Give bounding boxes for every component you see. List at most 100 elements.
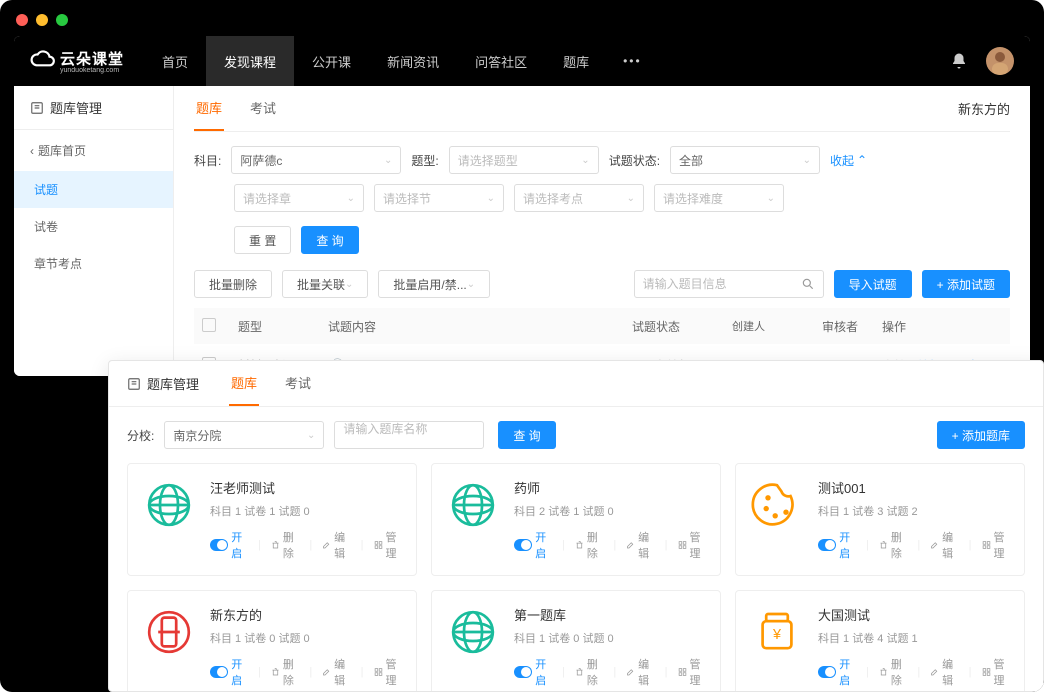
bank-card-meta: 科目 1 试卷 4 试题 1 bbox=[818, 630, 1010, 646]
card-edit[interactable]: 编辑 bbox=[626, 529, 654, 561]
bank-card-title: 药师 bbox=[514, 478, 706, 497]
collapse-filters-link[interactable]: 收起⌃ bbox=[830, 152, 867, 169]
overlay-module-title: 题库管理 bbox=[127, 362, 199, 405]
chapter-select[interactable]: 请选择章⌄ bbox=[234, 184, 364, 212]
grid-icon bbox=[374, 539, 383, 551]
nav-more-icon[interactable]: ••• bbox=[607, 36, 658, 86]
nav-open-course[interactable]: 公开课 bbox=[294, 36, 369, 86]
toggle-on[interactable]: 开启 bbox=[514, 656, 552, 688]
close-window-icon[interactable] bbox=[16, 14, 28, 26]
notification-bell-icon[interactable] bbox=[950, 52, 968, 70]
chevron-down-icon: ⌄ bbox=[487, 193, 495, 204]
bank-card[interactable]: 药师 科目 2 试卷 1 试题 0 开启 | 删除 | 编辑 | 管理 bbox=[431, 463, 721, 576]
subject-select[interactable]: 阿萨德c⌄ bbox=[231, 146, 401, 174]
difficulty-select[interactable]: 请选择难度⌄ bbox=[654, 184, 784, 212]
point-select[interactable]: 请选择考点⌄ bbox=[514, 184, 644, 212]
select-all-checkbox[interactable] bbox=[202, 318, 216, 332]
card-delete[interactable]: 删除 bbox=[879, 529, 907, 561]
chevron-down-icon: ⌄ bbox=[581, 155, 589, 166]
sidebar: 题库管理 ‹ 题库首页 试题 试卷 章节考点 bbox=[14, 86, 174, 376]
toggle-icon bbox=[818, 539, 836, 551]
batch-delete-button[interactable]: 批量删除 bbox=[194, 270, 272, 298]
status-label: 试题状态: bbox=[609, 152, 660, 169]
add-bank-button[interactable]: + 添加题库 bbox=[937, 421, 1025, 449]
card-delete[interactable]: 删除 bbox=[575, 656, 603, 688]
cloud-logo-icon bbox=[30, 48, 56, 74]
toggle-on[interactable]: 开启 bbox=[818, 529, 856, 561]
pencil-icon bbox=[626, 666, 635, 678]
bank-name-input[interactable] bbox=[343, 422, 475, 436]
minimize-window-icon[interactable] bbox=[36, 14, 48, 26]
bank-card[interactable]: 第一题库 科目 1 试卷 0 试题 0 开启 | 删除 | 编辑 | 管理 bbox=[431, 590, 721, 692]
module-icon bbox=[30, 101, 44, 115]
card-manage[interactable]: 管理 bbox=[678, 656, 706, 688]
bank-card[interactable]: 新东方的 科目 1 试卷 0 试题 0 开启 | 删除 | 编辑 | 管理 bbox=[127, 590, 417, 692]
toggle-icon bbox=[210, 539, 228, 551]
bank-card-meta: 科目 1 试卷 0 试题 0 bbox=[210, 630, 402, 646]
user-avatar[interactable] bbox=[986, 47, 1014, 75]
nav-discover-course[interactable]: 发现课程 bbox=[206, 36, 294, 86]
bank-card[interactable]: 汪老师测试 科目 1 试卷 1 试题 0 开启 | 删除 | 编辑 | 管理 bbox=[127, 463, 417, 576]
card-delete[interactable]: 删除 bbox=[575, 529, 603, 561]
logo-subtitle: yunduoketang.com bbox=[60, 67, 124, 74]
sidebar-item-chapters[interactable]: 章节考点 bbox=[14, 245, 173, 282]
card-edit[interactable]: 编辑 bbox=[626, 656, 654, 688]
logo[interactable]: 云朵课堂 yunduoketang.com bbox=[30, 48, 124, 74]
card-delete[interactable]: 删除 bbox=[271, 656, 299, 688]
card-delete[interactable]: 删除 bbox=[879, 656, 907, 688]
nav-qa[interactable]: 问答社区 bbox=[457, 36, 545, 86]
card-manage[interactable]: 管理 bbox=[678, 529, 706, 561]
overlay-query-button[interactable]: 查 询 bbox=[498, 421, 555, 449]
toggle-on[interactable]: 开启 bbox=[210, 529, 248, 561]
chevron-down-icon: ⌄ bbox=[803, 155, 811, 166]
add-question-button[interactable]: + 添加试题 bbox=[922, 270, 1010, 298]
batch-toggle-button[interactable]: 批量启用/禁... ⌄ bbox=[378, 270, 490, 298]
status-select[interactable]: 全部⌄ bbox=[670, 146, 820, 174]
pencil-icon bbox=[930, 666, 939, 678]
window-traffic-lights[interactable] bbox=[16, 14, 68, 26]
card-edit[interactable]: 编辑 bbox=[930, 529, 958, 561]
subject-label: 科目: bbox=[194, 152, 221, 169]
sidebar-back-link[interactable]: ‹ 题库首页 bbox=[14, 130, 173, 171]
nav-question-bank[interactable]: 题库 bbox=[545, 36, 607, 86]
branch-select[interactable]: 南京分院⌄ bbox=[164, 421, 324, 449]
type-select[interactable]: 请选择题型⌄ bbox=[449, 146, 599, 174]
card-edit[interactable]: 编辑 bbox=[930, 656, 958, 688]
overlay-tab-exam[interactable]: 考试 bbox=[283, 361, 313, 406]
tab-exam[interactable]: 考试 bbox=[248, 86, 278, 131]
toggle-on[interactable]: 开启 bbox=[818, 656, 856, 688]
bank-card[interactable]: 测试001 科目 1 试卷 3 试题 2 开启 | 删除 | 编辑 | 管理 bbox=[735, 463, 1025, 576]
import-button[interactable]: 导入试题 bbox=[834, 270, 912, 298]
overlay-module-label: 题库管理 bbox=[147, 374, 199, 393]
bank-name-input-wrap[interactable] bbox=[334, 421, 484, 449]
batch-link-button[interactable]: 批量关联 ⌄ bbox=[282, 270, 368, 298]
bank-card-icon bbox=[446, 478, 500, 532]
card-manage[interactable]: 管理 bbox=[982, 529, 1010, 561]
bank-card[interactable]: ¥ 大国测试 科目 1 试卷 4 试题 1 开启 | 删除 | 编辑 | 管理 bbox=[735, 590, 1025, 692]
search-input-wrap[interactable] bbox=[634, 270, 824, 298]
card-delete[interactable]: 删除 bbox=[271, 529, 299, 561]
toggle-icon bbox=[818, 666, 836, 678]
toggle-on[interactable]: 开启 bbox=[210, 656, 248, 688]
nav-news[interactable]: 新闻资讯 bbox=[369, 36, 457, 86]
reset-button[interactable]: 重 置 bbox=[234, 226, 291, 254]
query-button[interactable]: 查 询 bbox=[301, 226, 358, 254]
search-input[interactable] bbox=[643, 277, 801, 291]
nav-home[interactable]: 首页 bbox=[144, 36, 206, 86]
card-manage[interactable]: 管理 bbox=[982, 656, 1010, 688]
maximize-window-icon[interactable] bbox=[56, 14, 68, 26]
bank-card-icon bbox=[142, 478, 196, 532]
top-nav-bar: 云朵课堂 yunduoketang.com 首页 发现课程 公开课 新闻资讯 问… bbox=[14, 36, 1030, 86]
tab-bank[interactable]: 题库 bbox=[194, 86, 224, 131]
overlay-tab-bank[interactable]: 题库 bbox=[229, 361, 259, 406]
sidebar-item-papers[interactable]: 试卷 bbox=[14, 208, 173, 245]
card-edit[interactable]: 编辑 bbox=[322, 656, 350, 688]
chevron-down-icon: ⌄ bbox=[307, 430, 315, 441]
section-select[interactable]: 请选择节⌄ bbox=[374, 184, 504, 212]
bank-card-meta: 科目 2 试卷 1 试题 0 bbox=[514, 503, 706, 519]
toggle-on[interactable]: 开启 bbox=[514, 529, 552, 561]
card-manage[interactable]: 管理 bbox=[374, 656, 402, 688]
sidebar-item-questions[interactable]: 试题 bbox=[14, 171, 173, 208]
card-edit[interactable]: 编辑 bbox=[322, 529, 350, 561]
card-manage[interactable]: 管理 bbox=[374, 529, 402, 561]
